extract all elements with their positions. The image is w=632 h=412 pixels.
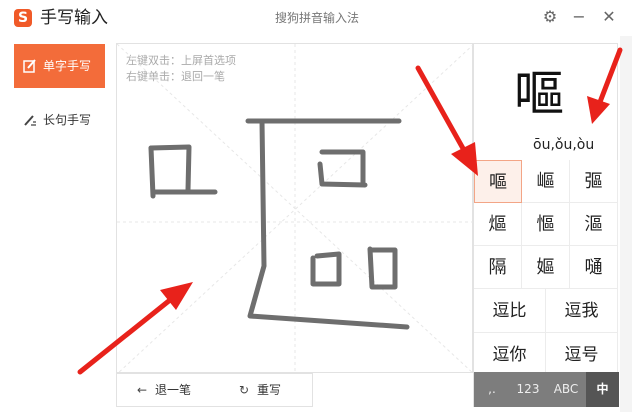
- mode-numbers[interactable]: 123: [510, 372, 546, 407]
- gear-icon[interactable]: ⚙: [540, 7, 560, 27]
- pinyin-reading: ōu,ǒu,òu: [533, 137, 595, 153]
- candidate-cell[interactable]: 嘔: [474, 160, 522, 203]
- close-icon[interactable]: ✕: [599, 7, 619, 27]
- candidate-word[interactable]: 逗比: [474, 289, 546, 333]
- mode-punctuation[interactable]: ,.: [474, 372, 510, 407]
- candidate-cell[interactable]: 嫗: [522, 246, 570, 289]
- undo-label: 退一笔: [155, 383, 192, 397]
- arrow-left-icon: ←: [137, 383, 148, 397]
- minus-icon[interactable]: −: [569, 7, 589, 27]
- sidebar-item-label: 长句手写: [43, 113, 92, 127]
- sidebar-item-long-sentence[interactable]: 长句手写: [14, 98, 105, 142]
- undo-stroke-button[interactable]: ← 退一笔: [137, 374, 191, 406]
- title-bar: S 手写输入 搜狗拼音输入法 ⚙ − ✕: [0, 0, 632, 36]
- candidate-cell[interactable]: 嗵: [570, 246, 618, 289]
- mode-sidebar: 单字手写 长句手写: [0, 36, 113, 412]
- candidate-word[interactable]: 逗我: [546, 289, 618, 333]
- sidebar-item-label: 单字手写: [43, 59, 92, 73]
- mode-letters[interactable]: ABC: [546, 372, 586, 407]
- sidebar-item-single-char[interactable]: 单字手写: [14, 44, 105, 88]
- candidate-cell[interactable]: 漚: [570, 203, 618, 246]
- input-mode-bar: ,. 123 ABC 中: [474, 372, 619, 407]
- handwriting-strokes: [117, 44, 474, 374]
- app-title: 手写输入: [40, 8, 108, 28]
- rewrite-label: 重写: [257, 383, 282, 397]
- candidate-cell[interactable]: 嶇: [522, 160, 570, 203]
- refresh-icon: ↻: [239, 383, 250, 397]
- mode-chinese[interactable]: 中: [586, 372, 619, 407]
- guide-lines: [117, 44, 474, 374]
- canvas-toolbar: ← 退一笔 ↻ 重写: [116, 373, 313, 407]
- window-edge: [620, 36, 632, 412]
- candidate-cell[interactable]: 彄: [570, 160, 618, 203]
- candidate-cell[interactable]: 慪: [522, 203, 570, 246]
- pen-icon: [23, 59, 36, 73]
- candidate-cell[interactable]: 熰: [474, 203, 522, 246]
- preview-char: 嘔: [514, 65, 564, 123]
- candidate-cell[interactable]: 隔: [474, 246, 522, 289]
- rewrite-button[interactable]: ↻ 重写: [239, 374, 281, 406]
- pen-lines-icon: [24, 115, 36, 126]
- window-title: 搜狗拼音输入法: [275, 11, 360, 25]
- candidate-word[interactable]: 逗号: [546, 333, 618, 377]
- sogou-logo: S: [14, 9, 32, 27]
- candidate-word[interactable]: 逗你: [474, 333, 546, 377]
- candidate-panel: 嘔 ōu,ǒu,òu 嘔 嶇 彄 熰 慪 漚 隔 嫗 嗵 逗比 逗我 逗你 逗号: [473, 43, 618, 407]
- handwriting-canvas[interactable]: 左键双击：上屏首选项 右键单击：退回一笔: [116, 43, 474, 374]
